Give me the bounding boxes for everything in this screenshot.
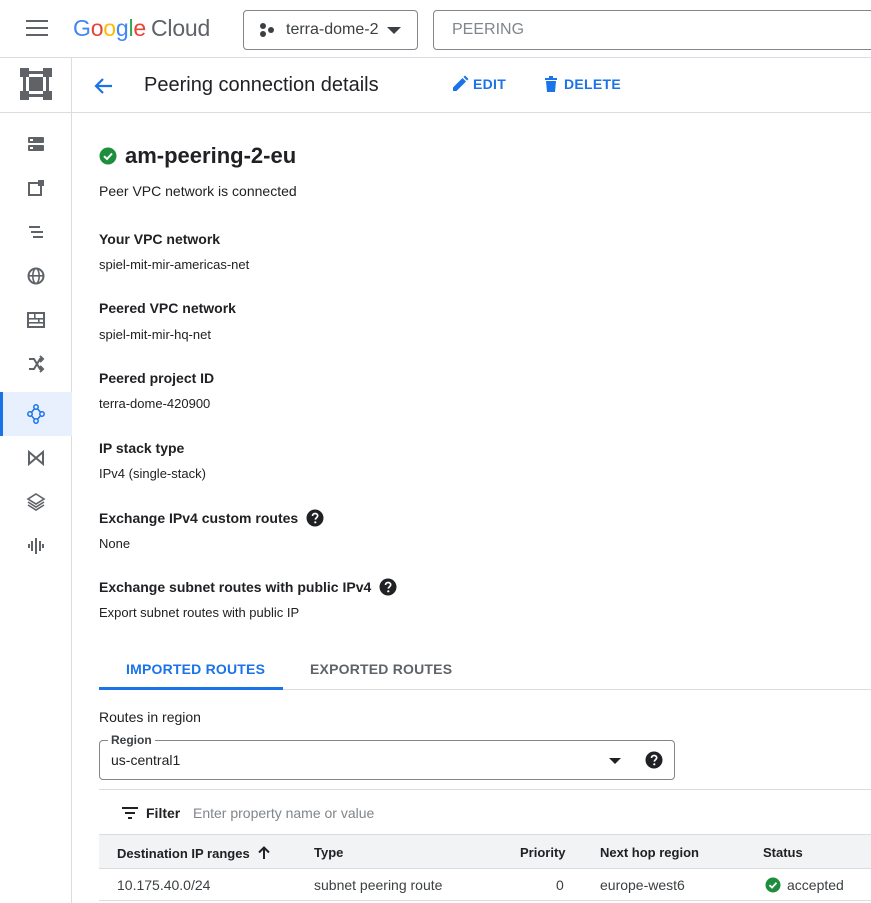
field-label: IP stack type [99,440,185,456]
lines-list-icon [29,226,43,238]
logo-letter: o [103,15,116,41]
cell-type: subnet peering route [314,877,443,893]
server-list-icon [28,137,44,151]
active-tab-indicator [99,687,283,690]
delete-button[interactable]: DELETE [542,75,621,93]
cell-destination: 10.175.40.0/24 [117,877,211,893]
field-value: spiel-mit-mir-hq-net [99,327,211,342]
exchange-ipv4-label: Exchange IPv4 custom routes [99,509,324,527]
rail-divider [0,112,72,113]
cell-next-hop-region: europe-west6 [600,877,685,893]
logo-letter: G [73,15,91,41]
peering-name: am-peering-2-eu [125,143,297,168]
routes-table-header: Destination IP ranges Type Priority Next… [99,835,871,869]
edit-label: EDIT [473,76,507,92]
field-value: IPv4 (single-stack) [99,466,206,481]
column-priority[interactable]: Priority [520,845,566,860]
trash-icon [545,76,557,92]
pencil-icon [453,75,469,91]
google-cloud-logo[interactable]: Google Cloud [73,15,210,42]
chevron-down-icon [609,758,621,764]
cell-status: accepted [765,877,844,893]
globe-icon [27,267,45,285]
rail-item-global[interactable] [0,254,72,298]
vpc-network-logo-icon[interactable] [18,66,54,102]
help-circle-icon[interactable] [306,509,324,527]
rail-item-telemetry[interactable] [0,524,72,568]
project-picker[interactable]: terra-dome-2 [243,10,418,50]
top-bar: Google Cloud terra-dome-2 PEERING [0,0,871,58]
project-dots-icon [260,23,274,37]
filter-lines-icon [122,807,138,819]
rail-item-vpc-networks[interactable] [0,122,72,166]
field-label: Your VPC network [99,231,221,247]
firewall-icon [27,312,45,328]
help-circle-icon[interactable] [379,578,397,596]
shuffle-icon [29,355,45,373]
delete-label: DELETE [564,76,622,92]
rail-item-routes[interactable] [0,210,72,254]
waveform-icon [28,538,44,554]
filter-bar: Filter Enter property name or value [99,789,871,835]
rail-item-layers[interactable] [0,480,72,524]
rail-item-bowtie[interactable] [0,436,72,480]
filter-label: Filter [146,805,181,821]
field-label: Peered project ID [99,370,215,386]
edit-button[interactable]: EDIT [451,75,506,93]
filter-input[interactable]: Enter property name or value [193,805,374,821]
left-rail [0,58,72,903]
logo-letter: o [90,15,104,41]
cell-priority: 0 [556,877,564,893]
routes-section-title: Routes in region [99,709,201,725]
region-select[interactable]: Region us-central1 [99,733,675,780]
column-label: Destination IP ranges [117,845,250,861]
status-value: accepted [787,877,844,893]
rail-item-shuffle[interactable] [0,342,72,386]
bowtie-icon [28,449,44,467]
rail-item-ip-addresses[interactable] [0,166,72,210]
arrow-left-icon[interactable] [92,74,116,98]
route-tabs: IMPORTED ROUTES EXPORTED ROUTES [99,653,871,690]
field-label: Exchange IPv4 custom routes [99,510,299,526]
connection-status-text: Peer VPC network is connected [99,183,297,199]
column-type[interactable]: Type [314,845,343,860]
chevron-down-icon [387,27,401,34]
check-circle-icon [99,147,117,165]
help-circle-icon[interactable] [645,751,663,769]
tab-imported-routes[interactable]: IMPORTED ROUTES [126,661,265,677]
rail-item-firewall[interactable] [0,298,72,342]
column-next-hop-region[interactable]: Next hop region [600,845,699,860]
page-header: Peering connection details EDIT DELETE [72,58,871,113]
check-circle-icon [765,877,781,893]
field-value: spiel-mit-mir-americas-net [99,257,250,272]
region-label: Region [108,733,155,747]
tab-exported-routes[interactable]: EXPORTED ROUTES [310,661,452,677]
page-title: Peering connection details [144,74,379,96]
logo-letter: e [133,15,146,41]
search-value: PEERING [452,21,525,38]
table-row[interactable]: 10.175.40.0/24 subnet peering route 0 eu… [99,869,871,901]
hamburger-menu-icon[interactable] [26,20,50,38]
logo-cloud-text: Cloud [151,15,211,41]
square-export-icon [28,180,44,196]
arrow-up-icon [257,846,270,859]
peering-name-row: am-peering-2-eu [99,143,296,169]
search-input[interactable]: PEERING [433,10,871,50]
peering-nodes-icon [27,404,45,424]
field-label: Peered VPC network [99,300,236,316]
project-name: terra-dome-2 [286,21,379,38]
region-value: us-central1 [111,752,181,768]
field-label: Exchange subnet routes with public IPv4 [99,579,372,595]
logo-letter: g [115,15,129,41]
field-value: Export subnet routes with public IP [99,605,300,620]
rail-item-vpc-peering[interactable] [0,392,72,436]
field-value: terra-dome-420900 [99,396,211,411]
column-status[interactable]: Status [763,845,803,860]
layers-cube-icon [26,493,46,511]
column-destination[interactable]: Destination IP ranges [117,845,272,861]
field-value: None [99,536,131,551]
exchange-subnet-label: Exchange subnet routes with public IPv4 [99,578,397,596]
